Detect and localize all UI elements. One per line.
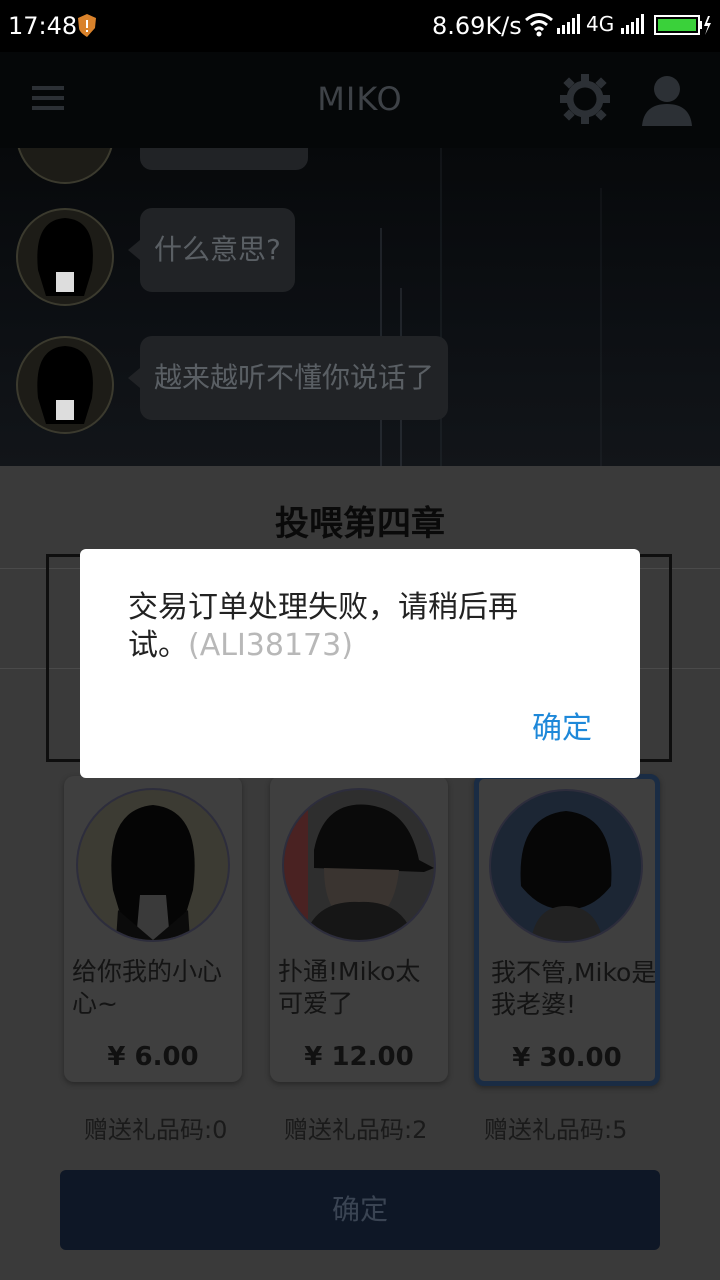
battery-icon [654, 15, 711, 35]
sheet-title: 投喂第四章 [275, 504, 445, 544]
dialog-ok-button[interactable]: 确定 [532, 703, 592, 747]
option-description: 扑通!Miko太可爱了 [278, 957, 421, 1018]
option-price: ¥ 6.00 [107, 1042, 199, 1072]
option-description: 给你我的小心心~ [72, 957, 223, 1018]
feed-option-card[interactable]: 扑通!Miko太可爱了 ¥ 12.00 [270, 776, 448, 1082]
option-avatar [282, 788, 436, 942]
miko-avatar [16, 208, 114, 306]
signal-icon [557, 14, 580, 34]
wifi-icon [525, 13, 553, 37]
chat-bubble: 什么意思? [128, 208, 295, 292]
option-avatar [76, 788, 230, 942]
status-bar: 17:48 8.69K/s 4G [0, 0, 720, 52]
confirm-button[interactable]: 确定 [60, 1170, 660, 1250]
gift-code-count: 赠送礼品码:2 [284, 1116, 428, 1144]
chat-bubble [140, 148, 308, 170]
chat-bubble: 越来越听不懂你说话了 [127, 336, 449, 420]
network-type: 4G [586, 12, 615, 36]
option-price: ¥ 12.00 [304, 1042, 414, 1072]
error-code: (ALI38173) [188, 628, 353, 663]
feed-option-card[interactable]: 给你我的小心心~ ¥ 6.00 [64, 776, 242, 1082]
user-icon[interactable] [640, 72, 694, 126]
background-streak [600, 188, 602, 466]
app-title: MIKO [317, 80, 403, 118]
option-description: 我不管,Miko是我老婆! [491, 958, 657, 1019]
gear-icon[interactable] [560, 74, 610, 124]
chat-area: 什么意思? 越来越听不懂你说话了 [0, 148, 720, 466]
feed-option-card-selected[interactable]: 我不管,Miko是我老婆! ¥ 30.00 [474, 774, 660, 1086]
gift-code-count: 赠送礼品码:0 [84, 1116, 228, 1144]
miko-avatar [16, 336, 114, 434]
error-dialog: 交易订单处理失败，请稍后再试。(ALI38173) 确定 [80, 549, 640, 778]
network-speed: 8.69K/s [432, 12, 522, 40]
option-price: ¥ 30.00 [512, 1043, 622, 1073]
miko-avatar [16, 148, 114, 184]
status-time: 17:48 [8, 12, 78, 40]
option-avatar [489, 789, 643, 943]
gift-code-count: 赠送礼品码:5 [484, 1116, 628, 1144]
notification-icon [78, 14, 96, 37]
top-app-bar: MIKO [0, 52, 720, 148]
signal-icon [621, 14, 644, 34]
dialog-message: 交易订单处理失败，请稍后再试。(ALI38173) [128, 589, 568, 665]
